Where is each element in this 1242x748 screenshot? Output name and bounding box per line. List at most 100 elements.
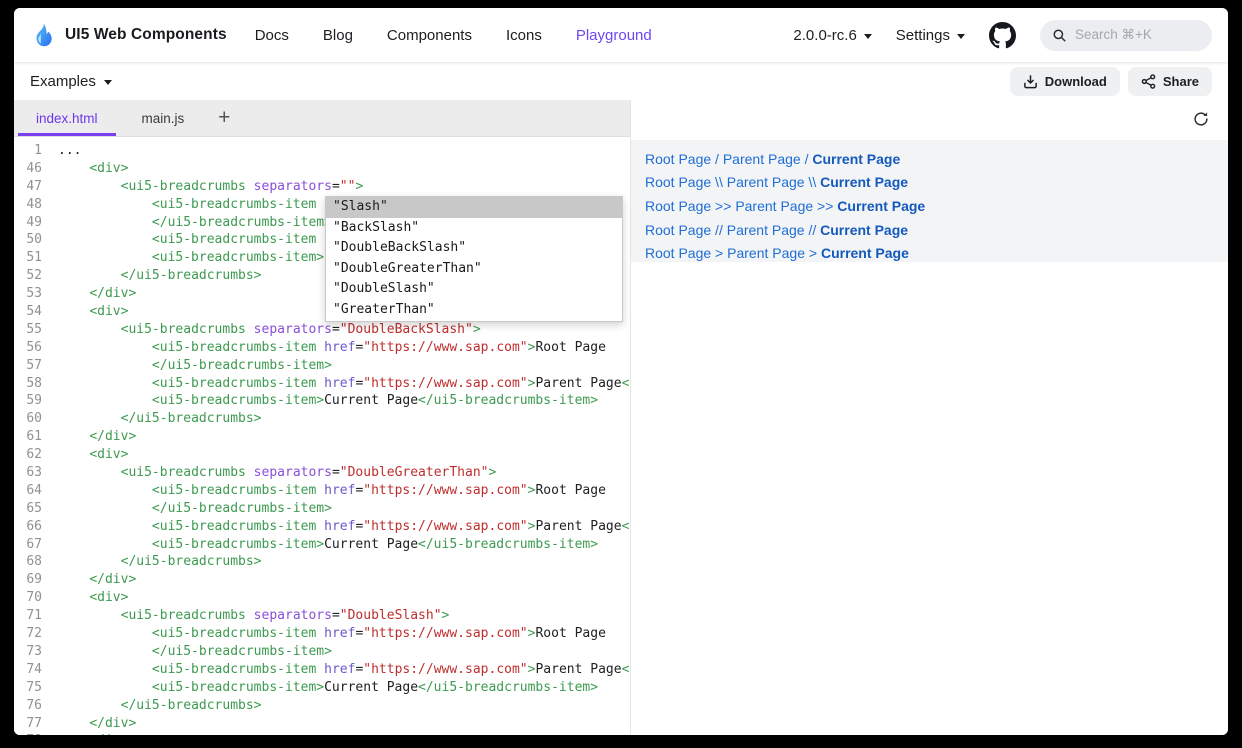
autocomplete-item[interactable]: "DoubleGreaterThan" xyxy=(326,259,622,280)
breadcrumb-separator: // xyxy=(805,222,821,238)
download-label: Download xyxy=(1045,74,1107,89)
breadcrumb-link[interactable]: Root Page xyxy=(645,198,711,214)
code-line: 68 </ui5-breadcrumbs> xyxy=(14,553,630,571)
nav-link-playground[interactable]: Playground xyxy=(576,27,652,44)
download-icon xyxy=(1023,74,1038,89)
autocomplete-item[interactable]: "Slash" xyxy=(326,197,622,218)
examples-label: Examples xyxy=(30,73,96,90)
examples-dropdown[interactable]: Examples xyxy=(30,73,112,90)
nav-link-docs[interactable]: Docs xyxy=(255,27,289,44)
breadcrumb-link[interactable]: Root Page xyxy=(645,245,711,261)
nav-link-components[interactable]: Components xyxy=(387,27,472,44)
code-line: 55 <ui5-breadcrumbs separators="DoubleBa… xyxy=(14,321,630,339)
refresh-icon xyxy=(1192,110,1210,128)
share-button[interactable]: Share xyxy=(1128,67,1212,96)
share-icon xyxy=(1141,74,1156,89)
line-number: 59 xyxy=(14,392,42,410)
code-editor-pane: index.htmlmain.js+ 1...46 <div>47 <ui5-b… xyxy=(14,100,630,735)
line-number: 72 xyxy=(14,625,42,643)
tab-index-html[interactable]: index.html xyxy=(14,100,120,136)
search-input[interactable]: Search ⌘+K xyxy=(1040,20,1212,51)
nav-link-icons[interactable]: Icons xyxy=(506,27,542,44)
breadcrumb-link[interactable]: Parent Page xyxy=(735,198,813,214)
chevron-down-icon xyxy=(957,34,965,39)
line-number: 75 xyxy=(14,679,42,697)
chevron-down-icon xyxy=(104,80,112,85)
brand[interactable]: UI5 Web Components xyxy=(30,22,227,48)
code-line: 59 <ui5-breadcrumbs-item>Current Page</u… xyxy=(14,392,630,410)
code-line: 75 <ui5-breadcrumbs-item>Current Page</u… xyxy=(14,679,630,697)
code-line: 70 <div> xyxy=(14,589,630,607)
line-number: 58 xyxy=(14,375,42,393)
breadcrumb-row: Root Page \\ Parent Page \\ Current Page xyxy=(645,171,1228,195)
line-number: 76 xyxy=(14,697,42,715)
chevron-down-icon xyxy=(864,34,872,39)
tab-main-js[interactable]: main.js xyxy=(120,100,207,136)
breadcrumb-separator: >> xyxy=(813,198,837,214)
breadcrumb-current: Current Page xyxy=(820,174,908,190)
code-line: 66 <ui5-breadcrumbs-item href="https://w… xyxy=(14,518,630,536)
breadcrumb-separator: / xyxy=(801,151,813,167)
examples-toolbar: Examples Download Share xyxy=(14,62,1228,100)
line-number: 63 xyxy=(14,464,42,482)
code-line: 63 <ui5-breadcrumbs separators="DoubleGr… xyxy=(14,464,630,482)
autocomplete-item[interactable]: "GreaterThan" xyxy=(326,300,622,321)
line-number: 68 xyxy=(14,553,42,571)
share-label: Share xyxy=(1163,74,1199,89)
preview-output: Root Page / Parent Page / Current PageRo… xyxy=(631,140,1228,262)
code-line: 77 </div> xyxy=(14,715,630,733)
version-label: 2.0.0-rc.6 xyxy=(793,27,856,44)
breadcrumb-link[interactable]: Root Page xyxy=(645,222,711,238)
line-number: 62 xyxy=(14,446,42,464)
app-window: UI5 Web Components Docs Blog Components Ico… xyxy=(14,8,1228,735)
toolbar-actions: Download Share xyxy=(1010,67,1212,96)
version-dropdown[interactable]: 2.0.0-rc.6 xyxy=(793,27,871,44)
breadcrumb-separator: > xyxy=(711,245,727,261)
breadcrumb-separator: \\ xyxy=(711,174,727,190)
navbar-right: 2.0.0-rc.6 Settings Search ⌘+K xyxy=(793,20,1212,51)
breadcrumb-link[interactable]: Root Page xyxy=(645,151,711,167)
editor-tabbar: index.htmlmain.js+ xyxy=(14,100,630,137)
breadcrumb-link[interactable]: Root Page xyxy=(645,174,711,190)
line-number: 67 xyxy=(14,536,42,554)
add-tab-button[interactable]: + xyxy=(206,100,242,136)
line-number: 64 xyxy=(14,482,42,500)
line-number: 69 xyxy=(14,571,42,589)
github-icon[interactable] xyxy=(989,22,1016,49)
breadcrumb-current: Current Page xyxy=(821,245,909,261)
line-number: 56 xyxy=(14,339,42,357)
search-placeholder: Search ⌘+K xyxy=(1075,27,1152,43)
breadcrumb-row: Root Page >> Parent Page >> Current Page xyxy=(645,194,1228,218)
breadcrumb-link[interactable]: Parent Page xyxy=(727,222,805,238)
breadcrumb-separator: / xyxy=(711,151,723,167)
line-number: 60 xyxy=(14,410,42,428)
breadcrumb-current: Current Page xyxy=(837,198,925,214)
line-number: 49 xyxy=(14,214,42,232)
line-number: 1 xyxy=(14,142,42,160)
code-line: 46 <div> xyxy=(14,160,630,178)
line-number: 77 xyxy=(14,715,42,733)
line-number: 47 xyxy=(14,178,42,196)
preview-toolbar xyxy=(631,100,1228,138)
breadcrumb-link[interactable]: Parent Page xyxy=(727,245,805,261)
breadcrumb-current: Current Page xyxy=(812,151,900,167)
breadcrumb-link[interactable]: Parent Page xyxy=(723,151,801,167)
autocomplete-item[interactable]: "DoubleBackSlash" xyxy=(326,238,622,259)
line-number: 50 xyxy=(14,231,42,249)
settings-label: Settings xyxy=(896,27,950,44)
nav-links: Docs Blog Components Icons Playground xyxy=(255,27,652,44)
breadcrumb-separator: >> xyxy=(711,198,735,214)
nav-link-blog[interactable]: Blog xyxy=(323,27,353,44)
line-number: 74 xyxy=(14,661,42,679)
autocomplete-item[interactable]: "DoubleSlash" xyxy=(326,279,622,300)
code-line: 57 </ui5-breadcrumbs-item> xyxy=(14,357,630,375)
breadcrumb-row: Root Page > Parent Page > Current Page xyxy=(645,241,1228,265)
autocomplete-item[interactable]: "BackSlash" xyxy=(326,218,622,239)
breadcrumb-link[interactable]: Parent Page xyxy=(727,174,805,190)
refresh-button[interactable] xyxy=(1192,110,1210,128)
download-button[interactable]: Download xyxy=(1010,67,1120,96)
line-number: 53 xyxy=(14,285,42,303)
line-number: 48 xyxy=(14,196,42,214)
settings-dropdown[interactable]: Settings xyxy=(896,27,965,44)
line-number: 57 xyxy=(14,357,42,375)
